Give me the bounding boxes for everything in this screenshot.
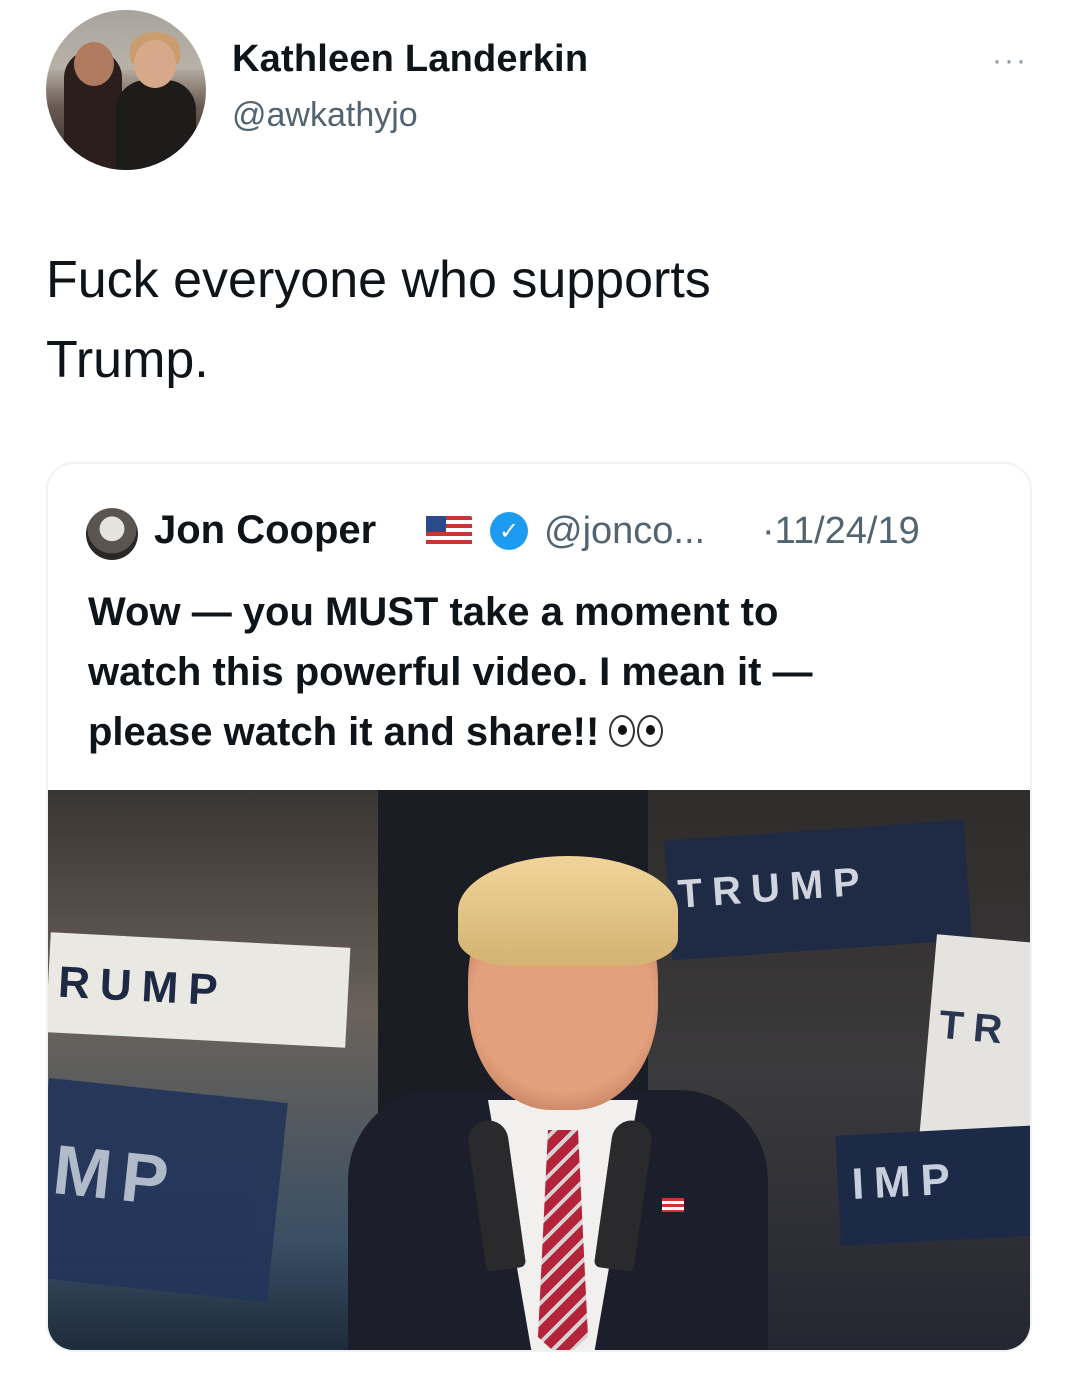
- quoted-text-line: watch this powerful video. I mean it —: [88, 650, 813, 694]
- tweet-text-line: Trump.: [46, 331, 209, 389]
- tweet-author-avatar[interactable]: [46, 10, 206, 170]
- rally-sign: IMP: [835, 1124, 1030, 1246]
- tweet-text: Fuck everyone who supports Trump.: [46, 240, 1026, 400]
- rally-sign: MP: [48, 1078, 288, 1302]
- quoted-tweet-date[interactable]: ·11/24/19: [762, 510, 920, 553]
- quoted-author-name[interactable]: Jon Cooper: [154, 508, 376, 553]
- rally-sign: TR: [919, 934, 1030, 1146]
- tweet-author-name[interactable]: Kathleen Landerkin: [232, 38, 588, 81]
- us-flag-icon: [426, 516, 472, 546]
- flag-pin-icon: [662, 1198, 684, 1212]
- more-options-icon[interactable]: ···: [992, 44, 1028, 78]
- quoted-tweet-card[interactable]: Jon Cooper ✓ @jonco... ·11/24/19 Wow — y…: [46, 462, 1032, 1352]
- quoted-text-line: Wow — you MUST take a moment to: [88, 590, 779, 634]
- video-thumbnail[interactable]: RUMP TRUMP MP TR IMP: [48, 790, 1030, 1350]
- quoted-text-line: please watch it and share!!: [88, 702, 968, 764]
- quoted-tweet-text: Wow — you MUST take a moment to watch th…: [88, 582, 968, 764]
- tweet-author-handle[interactable]: @awkathyjo: [232, 96, 418, 135]
- quoted-author-avatar[interactable]: [86, 508, 138, 560]
- quoted-author-handle[interactable]: @jonco...: [544, 510, 705, 553]
- verified-badge-icon: ✓: [490, 512, 528, 550]
- rally-sign: TRUMP: [664, 819, 972, 961]
- speaker-hair: [458, 856, 678, 966]
- rally-sign: RUMP: [48, 932, 351, 1048]
- tweet-text-line: Fuck everyone who supports: [46, 251, 711, 309]
- eyes-emoji-icon: [609, 704, 665, 764]
